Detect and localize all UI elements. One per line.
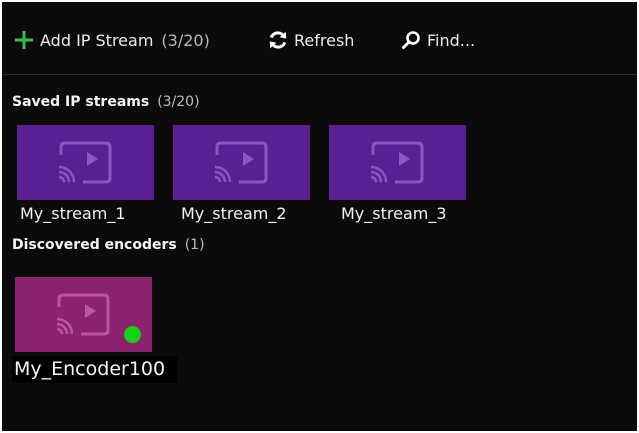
saved-streams-heading: Saved IP streams (3/20)	[12, 94, 200, 110]
stream-tile-1[interactable]	[17, 125, 154, 200]
add-ip-stream-button[interactable]: Add IP Stream (3/20)	[14, 26, 210, 54]
encoder-1-label[interactable]: My_Encoder100	[12, 356, 178, 383]
toolbar: Add IP Stream (3/20) Refresh Find...	[2, 2, 637, 74]
discovered-encoders-title: Discovered encoders	[12, 237, 177, 253]
stream-2-label[interactable]: My_stream_2	[181, 204, 287, 223]
add-ip-stream-label: Add IP Stream	[40, 30, 154, 50]
refresh-button[interactable]: Refresh	[268, 26, 354, 54]
discovered-encoders-count: (1)	[184, 237, 205, 253]
cast-screen-icon	[56, 293, 109, 335]
find-button[interactable]: Find...	[401, 26, 475, 54]
stream-1-label[interactable]: My_stream_1	[20, 204, 126, 223]
online-status-dot	[124, 326, 141, 343]
stream-tile-3[interactable]	[329, 125, 466, 200]
toolbar-divider	[2, 74, 637, 75]
add-ip-stream-count: (3/20)	[161, 30, 210, 50]
refresh-icon	[268, 30, 288, 50]
refresh-label: Refresh	[294, 30, 355, 50]
stream-tile-2[interactable]	[173, 125, 310, 200]
saved-streams-title: Saved IP streams	[12, 94, 150, 110]
saved-streams-count: (3/20)	[157, 94, 200, 110]
stream-manager-window: Add IP Stream (3/20) Refresh Find... Sav…	[2, 2, 637, 431]
cast-screen-icon	[214, 141, 267, 183]
discovered-encoders-heading: Discovered encoders (1)	[12, 237, 205, 253]
cast-screen-icon	[370, 141, 423, 183]
cast-screen-icon	[58, 141, 111, 183]
search-icon	[401, 30, 421, 50]
stream-3-label[interactable]: My_stream_3	[341, 204, 447, 223]
plus-icon	[14, 30, 34, 50]
find-label: Find...	[427, 30, 476, 50]
